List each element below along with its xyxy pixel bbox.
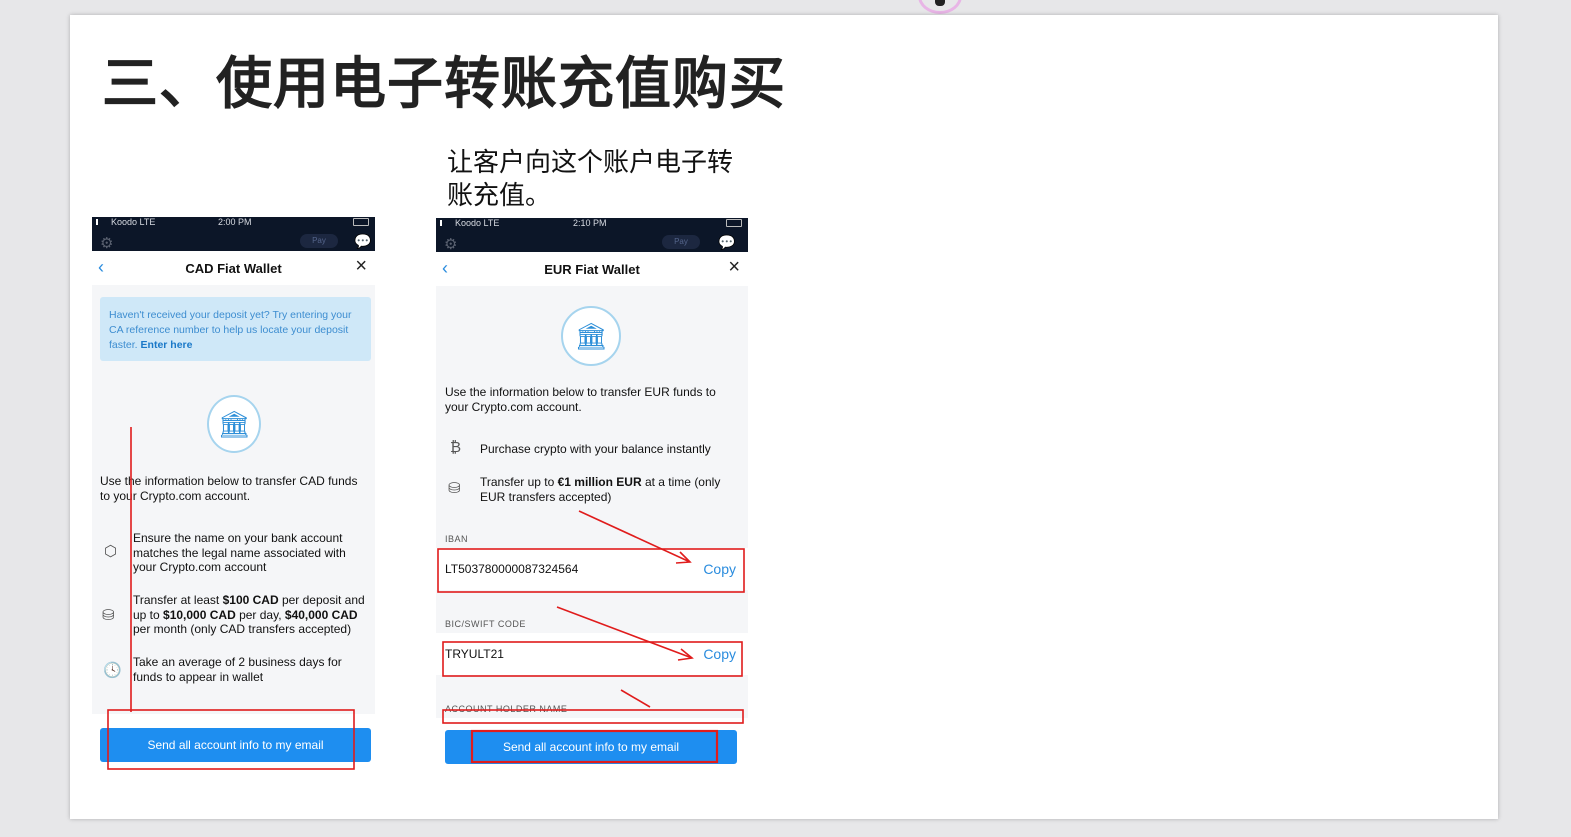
bank-icon: 🏛: [561, 306, 621, 366]
status-bar: Koodo LTE 2:10 PM ⚙ Pay 💬: [436, 218, 748, 253]
bic-value: TRYULT21: [445, 647, 504, 661]
phone-screenshot-cad: Koodo LTE 2:00 PM ⚙ Pay 💬 ‹ CAD Fiat Wal…: [92, 217, 375, 779]
pay-button[interactable]: Pay: [300, 234, 338, 248]
bic-field: TRYULT21 Copy: [436, 633, 748, 675]
feature-text: Transfer up to €1 million EUR at a time …: [480, 475, 721, 504]
intro-text: Use the information below to transfer EU…: [445, 385, 716, 414]
nav-title: CAD Fiat Wallet: [185, 261, 282, 276]
send-account-info-button[interactable]: Send all account info to my email: [100, 728, 371, 762]
copy-iban-button[interactable]: Copy: [703, 561, 736, 577]
battery-icon: [726, 219, 742, 227]
nav-bar: ‹ CAD Fiat Wallet ×: [92, 251, 375, 285]
bank-icon: 🏛: [207, 395, 261, 453]
shield-icon: ⬡: [104, 543, 118, 560]
gear-icon[interactable]: ⚙: [100, 234, 113, 252]
feature-text: Take an average of 2 business days for f…: [133, 655, 342, 684]
intro-text: Use the information below to transfer CA…: [100, 474, 358, 503]
carrier-label: Koodo LTE: [96, 217, 155, 227]
signal-icon: [96, 219, 108, 225]
feature-emphasis: $100 CAD: [222, 593, 279, 607]
slide-caption: 让客户向这个账户电子转账充值。: [447, 148, 734, 211]
coins-icon: ⛁: [102, 607, 115, 624]
clock-time: 2:10 PM: [573, 218, 607, 228]
status-bar: Koodo LTE 2:00 PM ⚙ Pay 💬: [92, 217, 375, 252]
deposit-notice: Haven't received your deposit yet? Try e…: [100, 297, 371, 361]
feature-text: Purchase crypto with your balance instan…: [480, 442, 711, 456]
clock-time: 2:00 PM: [218, 217, 252, 227]
feature-text: Transfer at least $100 CAD per deposit a…: [133, 593, 365, 636]
enter-here-link[interactable]: Enter here: [141, 339, 193, 351]
iban-value: LT503780000087324564: [445, 562, 579, 576]
feature-emphasis: $10,000 CAD: [163, 607, 236, 622]
phone-screenshot-eur: Koodo LTE 2:10 PM ⚙ Pay 💬 ‹ EUR Fiat Wal…: [436, 218, 748, 780]
iban-label: IBAN: [445, 534, 469, 544]
close-icon[interactable]: ×: [728, 256, 740, 279]
bic-label: BIC/SWIFT CODE: [445, 619, 526, 629]
feature-text: Ensure the name on your bank account mat…: [133, 531, 346, 574]
bitcoin-icon: ₿: [450, 439, 462, 456]
send-account-info-button[interactable]: Send all account info to my email: [445, 730, 737, 764]
account-holder-label: ACCOUNT HOLDER NAME: [445, 704, 568, 714]
nav-bar: ‹ EUR Fiat Wallet ×: [436, 252, 748, 286]
logo-mark: [935, 0, 945, 6]
feature-emphasis: €1 million EUR: [557, 475, 642, 489]
coins-icon: ⛁: [448, 480, 461, 497]
iban-field: LT503780000087324564 Copy: [436, 548, 748, 590]
slide: 三、使用电子转账充值购买 让客户向这个账户电子转账充值。 Koodo LTE 2…: [70, 15, 1498, 819]
nav-title: EUR Fiat Wallet: [544, 262, 640, 277]
clock-icon: 🕓: [103, 662, 122, 679]
close-icon[interactable]: ×: [355, 255, 367, 278]
signal-icon: [440, 220, 452, 226]
feature-emphasis: $40,000 CAD: [284, 607, 358, 622]
chat-icon[interactable]: 💬: [354, 233, 371, 250]
pay-button[interactable]: Pay: [662, 235, 700, 249]
carrier-label: Koodo LTE: [440, 218, 499, 228]
chat-icon[interactable]: 💬: [718, 234, 735, 251]
copy-bic-button[interactable]: Copy: [703, 646, 736, 662]
battery-icon: [353, 218, 369, 226]
gear-icon[interactable]: ⚙: [444, 235, 457, 253]
slide-title: 三、使用电子转账充值购买: [102, 52, 786, 117]
